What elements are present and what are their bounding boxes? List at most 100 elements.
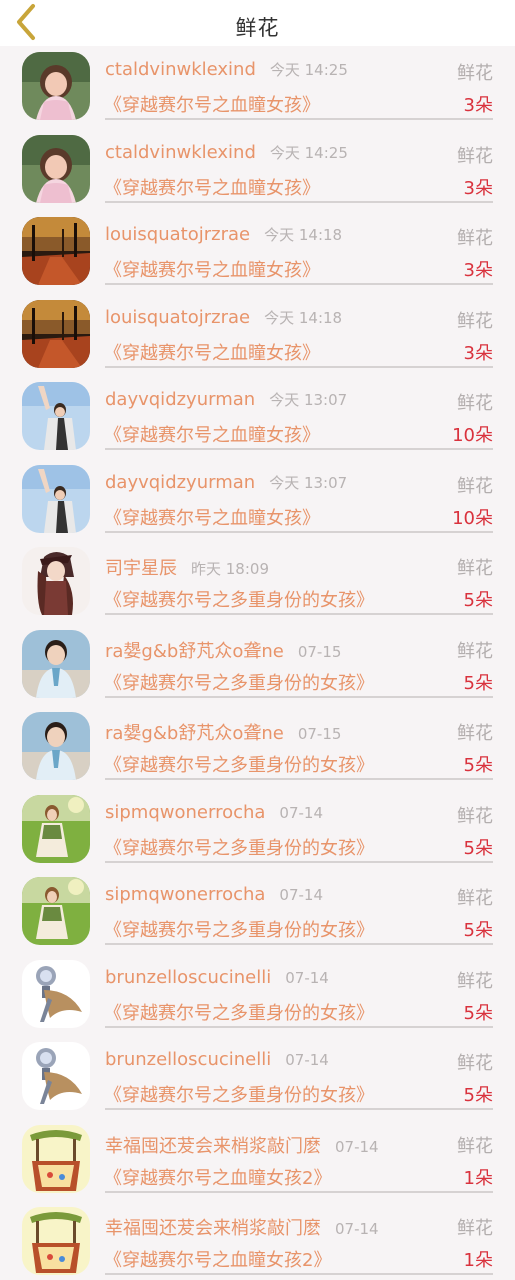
user-name[interactable]: brunzelloscucinelli 07-14	[105, 967, 329, 988]
flower-count: 3朵	[463, 260, 493, 281]
avatar[interactable]	[22, 1124, 90, 1193]
list-item[interactable]: ra嫢g&b舒芃众o聋ne 07-15 鲜花 《穿越赛尔号之多重身份的女孩》 5朵	[0, 624, 515, 707]
book-title[interactable]: 《穿越赛尔号之多重身份的女孩》	[104, 834, 374, 860]
avatar[interactable]	[22, 629, 90, 698]
user-name[interactable]: 司宇星辰 昨天 18:09	[105, 554, 269, 580]
gift-type: 鲜花	[457, 1053, 493, 1074]
user-name[interactable]: sipmqwonerrocha 07-14	[105, 802, 323, 823]
book-title[interactable]: 《穿越赛尔号之多重身份的女孩》	[104, 751, 374, 777]
user-name[interactable]: louisquatojrzrae 今天 14:18	[105, 224, 342, 245]
timestamp: 今天 14:25	[269, 61, 348, 79]
gift-type: 鲜花	[457, 145, 493, 167]
gift-type: 鲜花	[457, 723, 493, 744]
user-name[interactable]: ra嫢g&b舒芃众o聋ne 07-15	[105, 637, 341, 663]
list-item[interactable]: 司宇星辰 昨天 18:09 鲜花《穿越赛尔号之多重身份的女孩》 5朵	[0, 541, 515, 624]
divider	[105, 283, 493, 285]
flower-count: 5朵	[463, 920, 493, 941]
divider	[105, 943, 493, 945]
avatar[interactable]	[22, 959, 90, 1028]
divider	[105, 1190, 493, 1193]
avatar[interactable]	[22, 217, 90, 285]
top-bar: 鲜花	[0, 0, 515, 46]
flower-count: 10朵	[452, 425, 493, 446]
flower-count: 10朵	[452, 507, 493, 529]
divider	[105, 118, 493, 120]
book-title[interactable]: 《穿越赛尔号之血瞳女孩2》	[104, 1246, 331, 1272]
flower-count: 1朵	[463, 1250, 493, 1271]
timestamp: 07-14	[279, 886, 324, 904]
list-item[interactable]: ra嫢g&b舒芃众o聋ne 07-15 鲜花 《穿越赛尔号之多重身份的女孩》 5朵	[0, 706, 515, 789]
list-item[interactable]: brunzelloscucinelli 07-14 鲜花《穿越赛尔号之多重身份的女孩…	[0, 954, 515, 1037]
list-item[interactable]: sipmqwonerrocha 07-14 鲜花 《穿越赛尔号之多重身份的女孩》 5朵	[0, 789, 515, 872]
user-name[interactable]: ctaldvinwklexind 今天 14:25	[105, 142, 348, 163]
divider	[105, 695, 493, 698]
list-item[interactable]: dayvqidzyurman 今天 13:07 鲜花 《穿越赛尔号之血瞳女孩》 10朵	[0, 376, 515, 459]
gift-type: 鲜花	[457, 640, 493, 662]
list-item[interactable]: 幸福囤还茇会来梢浆敲门麽 07-14 鲜花 《穿越赛尔号之血瞳女孩2》 1朵	[0, 1201, 515, 1280]
book-title[interactable]: 《穿越赛尔号之血瞳女孩》	[104, 91, 320, 117]
user-name[interactable]: sipmqwonerrocha 07-14	[105, 884, 323, 905]
book-title[interactable]: 《穿越赛尔号之血瞳女孩2》	[104, 1164, 331, 1190]
timestamp: 今天 13:07	[269, 391, 348, 409]
timestamp: 07-14	[335, 1137, 379, 1156]
timestamp: 07-14	[285, 968, 329, 987]
gift-type: 鲜花	[457, 558, 493, 579]
divider	[105, 448, 493, 450]
book-title[interactable]: 《穿越赛尔号之血瞳女孩》	[104, 339, 320, 365]
book-title[interactable]: 《穿越赛尔号之血瞳女孩》	[104, 174, 320, 200]
avatar[interactable]	[22, 52, 90, 120]
divider	[105, 1273, 493, 1275]
avatar[interactable]	[22, 712, 90, 780]
gift-type: 鲜花	[457, 475, 493, 497]
avatar[interactable]	[22, 794, 90, 863]
avatar[interactable]	[22, 547, 90, 615]
gift-type: 鲜花	[457, 1135, 493, 1157]
avatar[interactable]	[22, 382, 90, 450]
list-item[interactable]: ctaldvinwklexind 今天 14:25 鲜花 《穿越赛尔号之血瞳女孩》 3朵	[0, 46, 515, 129]
list-item[interactable]: dayvqidzyurman 今天 13:07 鲜花《穿越赛尔号之血瞳女孩》 10朵	[0, 459, 515, 542]
avatar[interactable]	[22, 877, 90, 945]
gift-type: 鲜花	[457, 805, 493, 827]
avatar[interactable]	[22, 299, 90, 368]
book-title[interactable]: 《穿越赛尔号之多重身份的女孩》	[104, 999, 374, 1025]
user-name[interactable]: dayvqidzyurman 今天 13:07	[105, 389, 347, 410]
timestamp: 今天 14:25	[269, 143, 348, 162]
flower-count: 5朵	[463, 590, 493, 611]
timestamp: 07-14	[279, 803, 324, 822]
user-name[interactable]: louisquatojrzrae 今天 14:18	[105, 307, 342, 328]
book-title[interactable]: 《穿越赛尔号之血瞳女孩》	[104, 421, 320, 447]
list-item[interactable]: louisquatojrzrae 今天 14:18 鲜花 《穿越赛尔号之血瞳女孩》 3朵	[0, 211, 515, 294]
timestamp: 07-15	[297, 642, 342, 661]
list-item[interactable]: 幸福囤还茇会来梢浆敲门麽 07-14 鲜花 《穿越赛尔号之血瞳女孩2》 1朵	[0, 1119, 515, 1202]
divider	[105, 1108, 493, 1110]
gift-type: 鲜花	[457, 888, 493, 909]
book-title[interactable]: 《穿越赛尔号之血瞳女孩》	[104, 504, 320, 530]
divider	[105, 860, 493, 863]
timestamp: 昨天 18:09	[191, 560, 269, 578]
book-title[interactable]: 《穿越赛尔号之多重身份的女孩》	[104, 669, 374, 695]
user-name[interactable]: 幸福囤还茇会来梢浆敲门麽 07-14	[105, 1132, 379, 1158]
flower-count: 3朵	[463, 95, 493, 116]
user-name[interactable]: ctaldvinwklexind 今天 14:25	[105, 59, 348, 80]
gift-type: 鲜花	[457, 970, 493, 992]
book-title[interactable]: 《穿越赛尔号之多重身份的女孩》	[104, 586, 374, 612]
timestamp: 07-14	[285, 1051, 329, 1069]
book-title[interactable]: 《穿越赛尔号之多重身份的女孩》	[104, 1081, 374, 1107]
list-item[interactable]: louisquatojrzrae 今天 14:18 鲜花 《穿越赛尔号之血瞳女孩》 3朵	[0, 294, 515, 377]
user-name[interactable]: ra嫢g&b舒芃众o聋ne 07-15	[105, 719, 341, 745]
book-title[interactable]: 《穿越赛尔号之多重身份的女孩》	[104, 916, 374, 942]
divider	[105, 530, 493, 533]
list-item[interactable]: ctaldvinwklexind 今天 14:25 鲜花 《穿越赛尔号之血瞳女孩》 3朵	[0, 129, 515, 212]
list-item[interactable]: sipmqwonerrocha 07-14 鲜花《穿越赛尔号之多重身份的女孩》 5朵	[0, 871, 515, 954]
book-title[interactable]: 《穿越赛尔号之血瞳女孩》	[104, 256, 320, 282]
divider	[105, 613, 493, 615]
avatar[interactable]	[22, 1207, 90, 1275]
avatar[interactable]	[22, 464, 90, 533]
list-item[interactable]: brunzelloscucinelli 07-14 鲜花《穿越赛尔号之多重身份的女孩…	[0, 1036, 515, 1119]
avatar[interactable]	[22, 134, 90, 203]
user-name[interactable]: dayvqidzyurman 今天 13:07	[105, 472, 347, 493]
user-name[interactable]: 幸福囤还茇会来梢浆敲门麽 07-14	[105, 1214, 379, 1240]
avatar[interactable]	[22, 1042, 90, 1110]
timestamp: 今天 14:18	[264, 226, 343, 244]
user-name[interactable]: brunzelloscucinelli 07-14	[105, 1049, 329, 1070]
